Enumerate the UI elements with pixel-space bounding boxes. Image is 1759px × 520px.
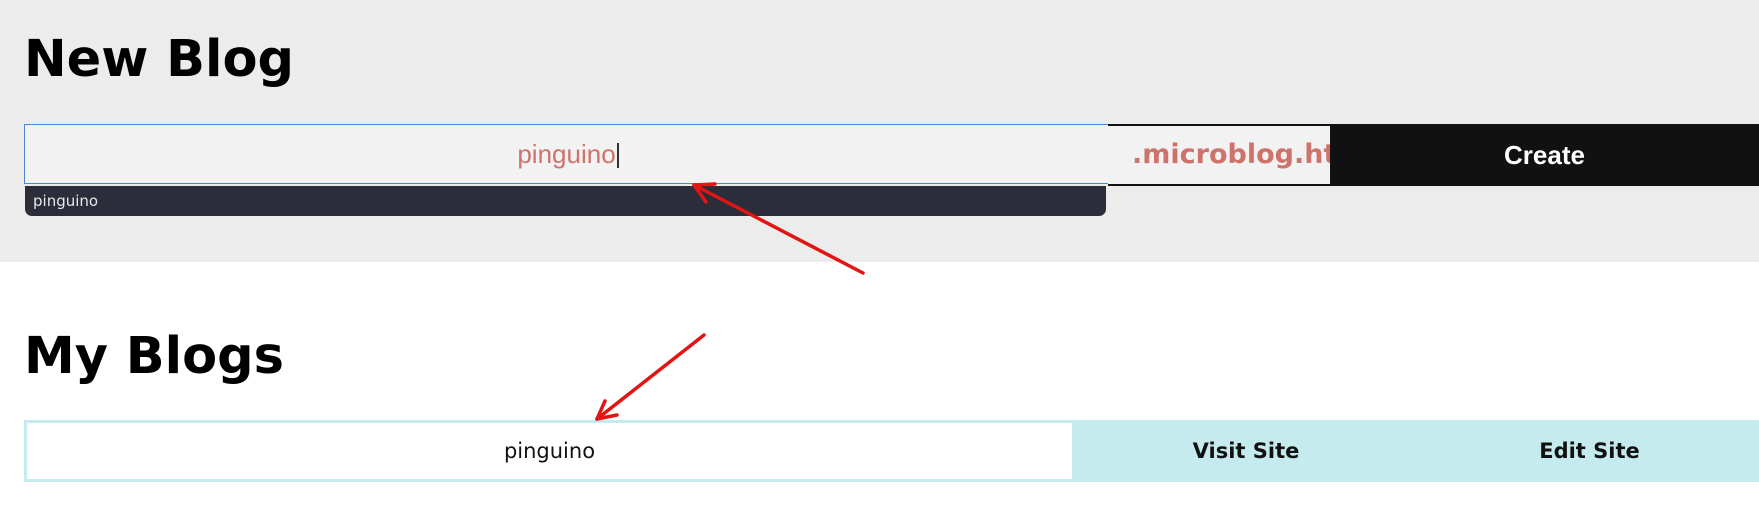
blog-row: pinguino Visit Site Edit Site	[24, 420, 1759, 482]
my-blogs-heading: My Blogs	[24, 327, 285, 386]
new-blog-heading: New Blog	[24, 30, 295, 89]
edit-site-button[interactable]: Edit Site	[1420, 420, 1759, 482]
new-blog-form: .microblog.htb Create	[24, 124, 1759, 186]
visit-site-button[interactable]: Visit Site	[1072, 420, 1420, 482]
autocomplete-suggestion[interactable]: pinguino	[25, 186, 1106, 216]
red-arrow-icon	[595, 333, 706, 421]
create-button[interactable]: Create	[1330, 124, 1759, 186]
text-caret	[617, 143, 619, 168]
blog-name: pinguino	[24, 420, 1072, 482]
subdomain-input[interactable]	[24, 124, 1108, 184]
domain-suffix: .microblog.htb	[1108, 124, 1356, 186]
